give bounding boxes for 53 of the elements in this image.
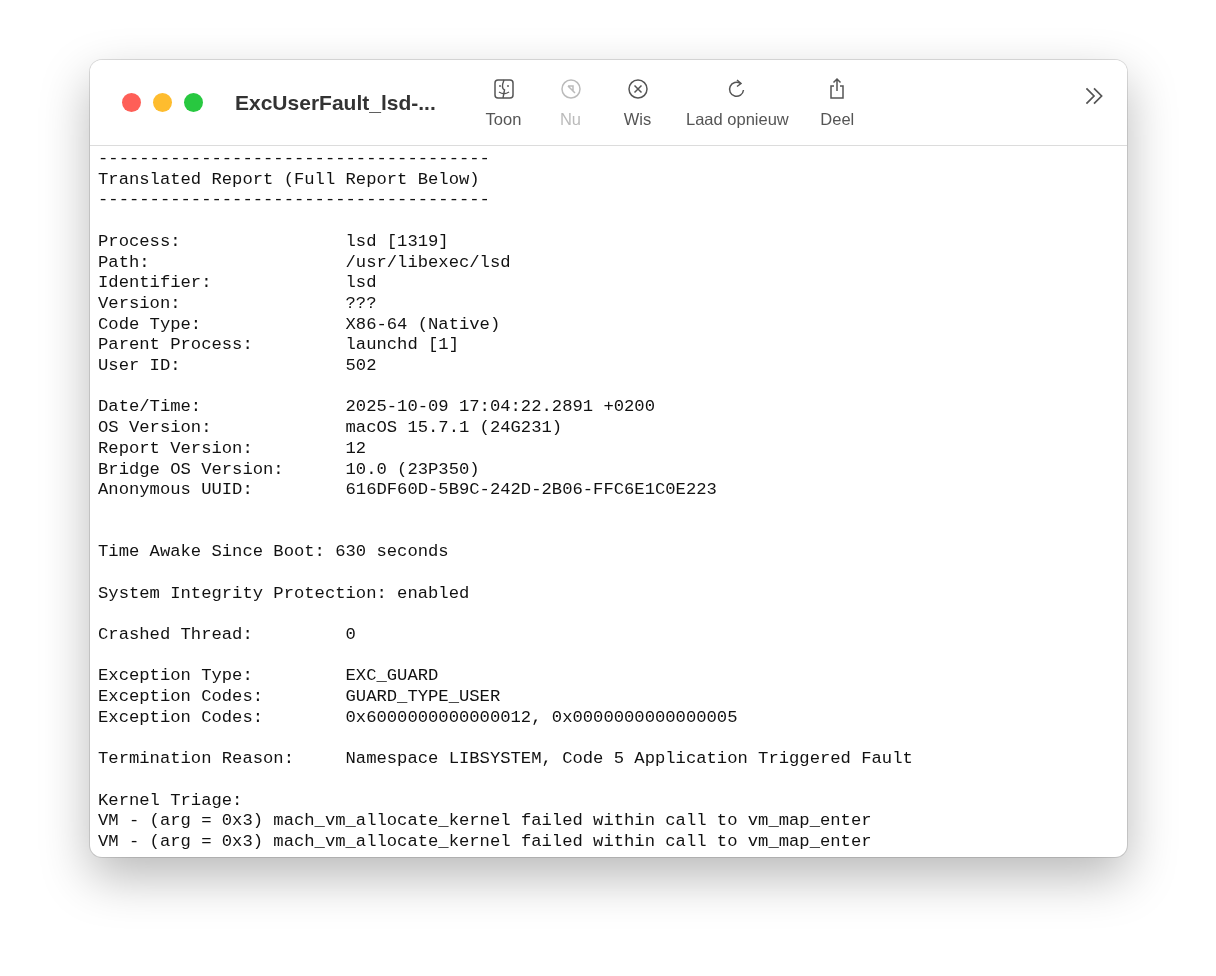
window-title: ExcUserFault_lsd-...	[235, 90, 437, 115]
report-line: Translated Report (Full Report Below)	[98, 169, 480, 189]
field-value: 0	[345, 625, 356, 645]
toolbar-button[interactable]: Laad opnieuw	[676, 68, 799, 137]
field-label: Anonymous UUID:	[98, 480, 254, 501]
field-label: Termination Reason:	[98, 749, 295, 770]
report-line: System Integrity Protection: enabled	[98, 583, 470, 603]
close-icon	[625, 76, 650, 101]
field-label: Exception Codes:	[98, 707, 265, 729]
field-label: Exception Codes:	[98, 687, 265, 708]
field-value: Namespace LIBSYSTEM, Code 5 Application Triggered Fault	[345, 749, 913, 769]
field-label: Code Type:	[98, 314, 203, 336]
field-value: 2025-10-09 17:04:22.2891 +0200	[345, 397, 655, 417]
field-value: macOS 15.7.1 (24G231)	[345, 418, 563, 438]
report-line: VM - (arg = 0x3) mach_vm_allocate_kernel failed within call to vm_map_enter	[98, 832, 872, 852]
field-label: Report Version:	[98, 438, 254, 460]
report-line: Kernel Triage:	[98, 790, 243, 810]
field-label: User ID:	[98, 356, 182, 377]
field-label: Exception Type:	[98, 666, 254, 688]
finder-icon	[491, 76, 516, 101]
report-line: Time Awake Since Boot: 630 seconds	[98, 542, 449, 562]
zoom-button[interactable]	[184, 93, 203, 112]
field-value: lsd [1319]	[345, 231, 449, 251]
field-value: EXC_GUARD	[345, 666, 439, 686]
minimize-button[interactable]	[153, 93, 172, 112]
field-value: 12	[345, 438, 367, 458]
field-value: 616DF60D-5B9C-242D-2B06-FFC6E1C0E223	[345, 480, 717, 500]
field-value: launchd [1]	[345, 335, 459, 355]
field-label: Version:	[98, 293, 182, 315]
field-value: 0x6000000000000012, 0x0000000000000005	[345, 707, 738, 727]
toolbar-button[interactable]: Toon	[475, 68, 532, 137]
toolbar-button[interactable]: Wis	[609, 68, 666, 137]
field-label: Path:	[98, 252, 151, 274]
field-label: Identifier:	[98, 273, 213, 294]
field-label: Process:	[98, 231, 182, 253]
field-label: OS Version:	[98, 418, 213, 439]
field-value: ???	[345, 293, 377, 313]
field-value: /usr/libexec/lsd	[345, 252, 511, 272]
field-value: GUARD_TYPE_USER	[345, 687, 501, 707]
report-line: --------------------------------------	[98, 149, 490, 168]
field-value: X86-64 (Native)	[345, 314, 501, 334]
field-value: 10.0 (23P350)	[345, 459, 480, 479]
toolbar-button[interactable]: Deel	[808, 68, 866, 137]
field-label: Date/Time:	[98, 397, 203, 419]
field-label: Parent Process:	[98, 335, 254, 356]
arrow-circle-icon	[558, 76, 583, 101]
field-value: 502	[345, 356, 377, 375]
report-line: VM - (arg = 0x3) mach_vm_allocate_kernel failed within call to vm_map_enter	[98, 811, 872, 831]
field-label: Crashed Thread:	[98, 625, 254, 646]
field-value: lsd	[345, 273, 377, 293]
close-button[interactable]	[122, 93, 141, 112]
field-label: Bridge OS Version:	[98, 459, 285, 481]
report-line: --------------------------------------	[98, 190, 490, 210]
